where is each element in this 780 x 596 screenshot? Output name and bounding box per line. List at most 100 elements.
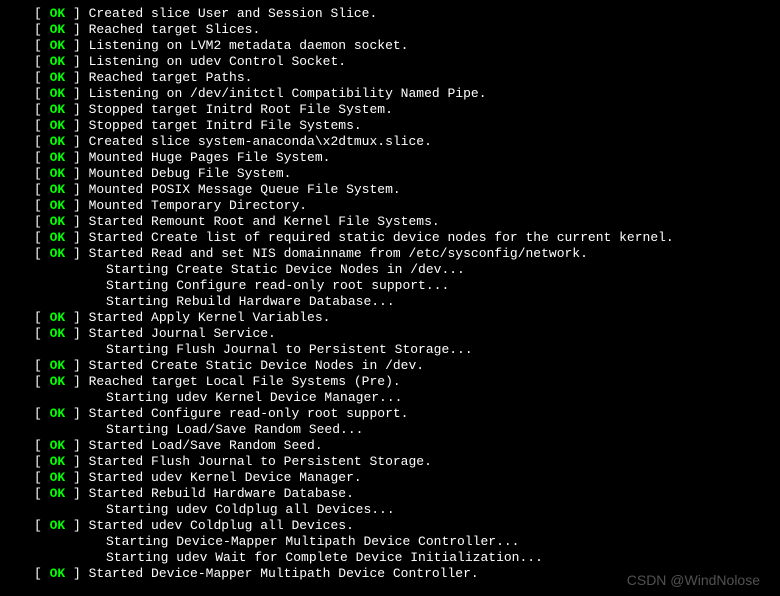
log-message: Reached target Local File Systems (Pre). <box>89 374 401 389</box>
bracket-close: ] <box>65 6 88 21</box>
status-ok: OK <box>50 70 66 85</box>
log-message: Mounted Debug File System. <box>89 166 292 181</box>
bracket-close: ] <box>65 326 88 341</box>
bracket-close: ] <box>65 54 88 69</box>
status-ok: OK <box>50 310 66 325</box>
bracket-open: [ <box>34 70 50 85</box>
bracket-open: [ <box>34 454 50 469</box>
bracket-close: ] <box>65 38 88 53</box>
boot-log-line: [ OK ] Reached target Local File Systems… <box>0 374 780 390</box>
boot-log-line: [ OK ] Started Rebuild Hardware Database… <box>0 486 780 502</box>
status-ok: OK <box>50 214 66 229</box>
bracket-open: [ <box>34 518 50 533</box>
bracket-close: ] <box>65 214 88 229</box>
status-ok: OK <box>50 86 66 101</box>
bracket-close: ] <box>65 70 88 85</box>
boot-log-line: [ OK ] Created slice User and Session Sl… <box>0 6 780 22</box>
bracket-close: ] <box>65 198 88 213</box>
status-ok: OK <box>50 438 66 453</box>
bracket-open: [ <box>34 246 50 261</box>
log-message: Started udev Coldplug all Devices. <box>89 518 354 533</box>
bracket-close: ] <box>65 518 88 533</box>
status-ok: OK <box>50 486 66 501</box>
bracket-close: ] <box>65 166 88 181</box>
log-message: Mounted POSIX Message Queue File System. <box>89 182 401 197</box>
log-message: Started Rebuild Hardware Database. <box>89 486 354 501</box>
status-ok: OK <box>50 470 66 485</box>
log-message: Stopped target Initrd File Systems. <box>89 118 362 133</box>
bracket-open: [ <box>34 6 50 21</box>
log-message: Started Remount Root and Kernel File Sys… <box>89 214 440 229</box>
bracket-close: ] <box>65 150 88 165</box>
status-ok: OK <box>50 374 66 389</box>
boot-log-line: [ OK ] Started Load/Save Random Seed. <box>0 438 780 454</box>
bracket-open: [ <box>34 214 50 229</box>
log-message: Started Load/Save Random Seed. <box>89 438 323 453</box>
boot-log-starting-line: Starting Device-Mapper Multipath Device … <box>0 534 780 550</box>
bracket-open: [ <box>34 102 50 117</box>
log-message: Started udev Kernel Device Manager. <box>89 470 362 485</box>
bracket-close: ] <box>65 246 88 261</box>
boot-log-line: [ OK ] Mounted Huge Pages File System. <box>0 150 780 166</box>
bracket-open: [ <box>34 22 50 37</box>
log-message: Started Configure read-only root support… <box>89 406 409 421</box>
bracket-close: ] <box>65 358 88 373</box>
bracket-close: ] <box>65 566 88 581</box>
bracket-open: [ <box>34 54 50 69</box>
boot-log-line: [ OK ] Started Remount Root and Kernel F… <box>0 214 780 230</box>
bracket-open: [ <box>34 566 50 581</box>
log-message: Started Create Static Device Nodes in /d… <box>89 358 424 373</box>
log-message: Started Create list of required static d… <box>89 230 674 245</box>
bracket-open: [ <box>34 470 50 485</box>
status-ok: OK <box>50 518 66 533</box>
bracket-close: ] <box>65 118 88 133</box>
log-message: Started Device-Mapper Multipath Device C… <box>89 566 479 581</box>
status-ok: OK <box>50 326 66 341</box>
log-message: Reached target Paths. <box>89 70 253 85</box>
boot-log-starting-line: Starting udev Kernel Device Manager... <box>0 390 780 406</box>
bracket-open: [ <box>34 358 50 373</box>
bracket-open: [ <box>34 182 50 197</box>
log-message: Listening on udev Control Socket. <box>89 54 346 69</box>
boot-log-starting-line: Starting Configure read-only root suppor… <box>0 278 780 294</box>
log-message: Started Journal Service. <box>89 326 276 341</box>
boot-log-line: [ OK ] Started udev Kernel Device Manage… <box>0 470 780 486</box>
boot-log-line: [ OK ] Stopped target Initrd Root File S… <box>0 102 780 118</box>
status-ok: OK <box>50 6 66 21</box>
bracket-close: ] <box>65 470 88 485</box>
status-ok: OK <box>50 454 66 469</box>
bracket-close: ] <box>65 310 88 325</box>
log-message: Reached target Slices. <box>89 22 261 37</box>
bracket-close: ] <box>65 86 88 101</box>
bracket-open: [ <box>34 166 50 181</box>
status-ok: OK <box>50 230 66 245</box>
bracket-close: ] <box>65 454 88 469</box>
boot-log-line: [ OK ] Reached target Slices. <box>0 22 780 38</box>
boot-log-starting-line: Starting udev Coldplug all Devices... <box>0 502 780 518</box>
log-message: Started Flush Journal to Persistent Stor… <box>89 454 432 469</box>
status-ok: OK <box>50 198 66 213</box>
status-ok: OK <box>50 358 66 373</box>
boot-log-terminal: [ OK ] Created slice User and Session Sl… <box>0 6 780 582</box>
log-message: Started Apply Kernel Variables. <box>89 310 331 325</box>
bracket-open: [ <box>34 374 50 389</box>
status-ok: OK <box>50 22 66 37</box>
status-ok: OK <box>50 118 66 133</box>
log-message: Mounted Huge Pages File System. <box>89 150 331 165</box>
boot-log-line: [ OK ] Mounted Debug File System. <box>0 166 780 182</box>
boot-log-starting-line: Starting Rebuild Hardware Database... <box>0 294 780 310</box>
status-ok: OK <box>50 566 66 581</box>
log-message: Started Read and set NIS domainname from… <box>89 246 588 261</box>
bracket-close: ] <box>65 134 88 149</box>
bracket-open: [ <box>34 310 50 325</box>
log-message: Stopped target Initrd Root File System. <box>89 102 393 117</box>
boot-log-starting-line: Starting Load/Save Random Seed... <box>0 422 780 438</box>
boot-log-line: [ OK ] Started Configure read-only root … <box>0 406 780 422</box>
boot-log-line: [ OK ] Listening on /dev/initctl Compati… <box>0 86 780 102</box>
boot-log-line: [ OK ] Started Flush Journal to Persiste… <box>0 454 780 470</box>
boot-log-line: [ OK ] Started Apply Kernel Variables. <box>0 310 780 326</box>
status-ok: OK <box>50 38 66 53</box>
bracket-open: [ <box>34 198 50 213</box>
status-ok: OK <box>50 406 66 421</box>
bracket-open: [ <box>34 486 50 501</box>
